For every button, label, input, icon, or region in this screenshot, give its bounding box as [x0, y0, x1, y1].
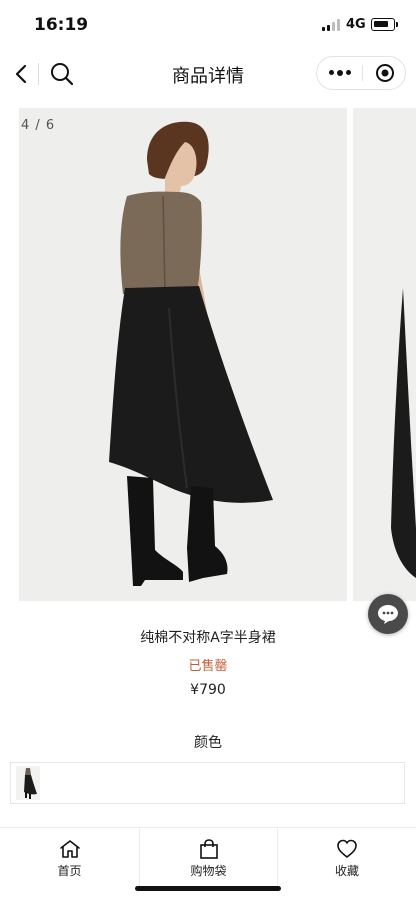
tab-shopping-bag[interactable]: 购物袋	[139, 828, 278, 886]
color-swatch[interactable]	[16, 766, 40, 800]
search-icon	[51, 63, 74, 86]
more-button[interactable]	[317, 57, 362, 89]
sold-out-status: 已售罄	[188, 659, 228, 674]
chevron-left-icon	[15, 64, 27, 84]
image-carousel[interactable]: 4 / 6	[19, 108, 416, 601]
tab-favorites[interactable]: 收藏	[278, 828, 416, 886]
tab-home[interactable]: 首页	[0, 828, 139, 886]
color-label: 颜色	[194, 735, 222, 751]
battery-icon	[371, 18, 398, 31]
search-button[interactable]	[48, 60, 76, 88]
model-photo	[19, 108, 347, 601]
product-price: ¥790	[190, 682, 226, 698]
target-close-icon	[375, 64, 394, 82]
heart-icon	[337, 839, 357, 858]
network-type: 4G	[346, 17, 366, 32]
back-button[interactable]	[8, 60, 34, 88]
mini-program-capsule	[316, 56, 406, 90]
product-image[interactable]: 4 / 6	[19, 108, 347, 601]
close-mini-program-button[interactable]	[363, 57, 406, 89]
tab-favorites-label: 收藏	[334, 864, 359, 878]
home-icon	[59, 840, 80, 858]
next-image-preview[interactable]	[353, 108, 416, 601]
status-time: 16:19	[34, 15, 89, 35]
tab-shopping-bag-label: 购物袋	[190, 864, 227, 878]
home-indicator	[135, 886, 281, 891]
color-swatch-row	[10, 762, 405, 804]
signal-icon	[322, 19, 340, 31]
more-dots-icon	[328, 70, 351, 76]
tab-home-label: 首页	[57, 864, 82, 878]
product-name: 纯棉不对称A字半身裙	[140, 630, 276, 646]
bag-icon	[199, 839, 218, 859]
swatch-thumbnail	[16, 766, 40, 800]
next-photo	[353, 108, 416, 601]
chat-bubble-icon	[378, 605, 398, 624]
nav-divider	[38, 63, 39, 85]
nav-bar: 商品详情	[0, 52, 416, 96]
status-bar: 16:19 4G	[0, 0, 416, 52]
image-counter: 4 / 6	[21, 118, 56, 133]
